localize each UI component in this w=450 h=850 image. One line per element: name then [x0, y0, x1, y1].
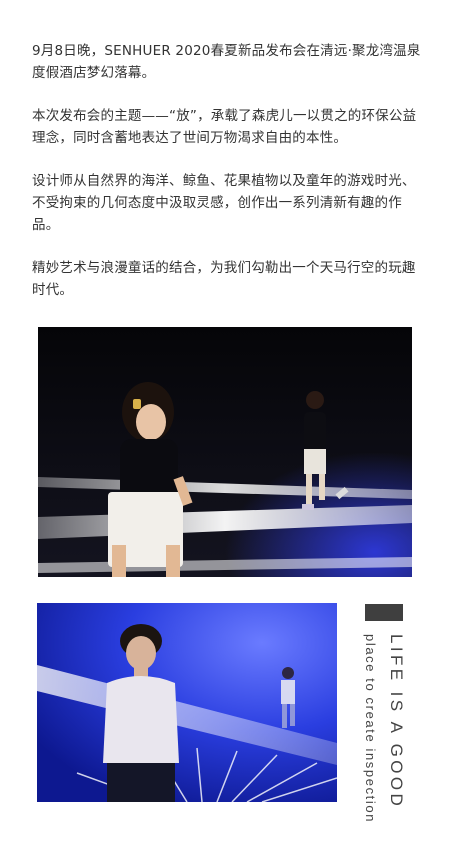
caption-accent-bar	[365, 604, 403, 621]
paragraph-4: 精妙艺术与浪漫童话的结合，为我们勾勒出一个天马行空的玩趣时代。	[32, 260, 416, 298]
paragraph-3: 设计师从自然界的海洋、鲸鱼、花果植物以及童年的游戏时光、不受拘束的几何态度中汲取…	[32, 173, 416, 233]
paragraph-2: 本次发布会的主题——“放”，承载了森虎儿一以贯之的环保公益理念，同时含蓄地表达了…	[32, 108, 417, 146]
runway-photo	[38, 327, 412, 577]
paragraph-1: 9月8日晚，SENHUER 2020春夏新品发布会在清远·聚龙湾温泉度假酒店梦幻…	[32, 43, 421, 81]
caption-line-1: LIFE IS A GOOD	[387, 634, 406, 810]
caption-line-2: place to create inspection	[363, 634, 378, 824]
article-text: 9月8日晚，SENHUER 2020春夏新品发布会在清远·聚龙湾温泉度假酒店梦幻…	[32, 40, 422, 322]
portrait-photo	[37, 603, 337, 802]
